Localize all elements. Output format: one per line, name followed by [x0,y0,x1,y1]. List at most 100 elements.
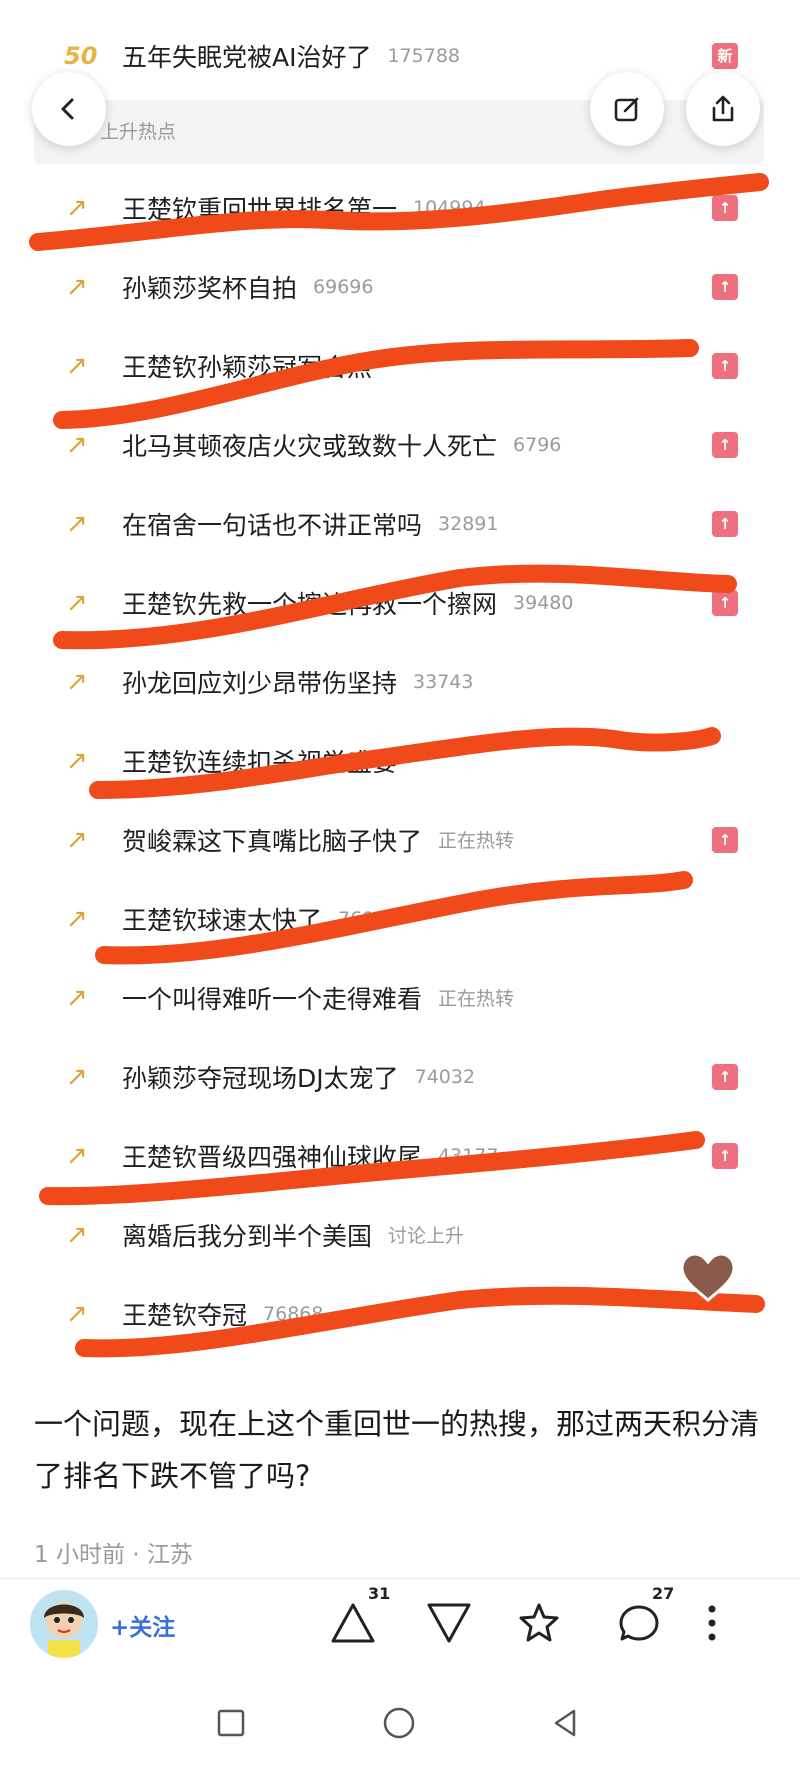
trend-arrow-icon: ↗ [66,508,88,539]
rising-badge: ↑ [712,194,738,221]
hot-item-title: 王楚钦先救一个擦边再救一个擦网 39480 [122,563,573,642]
new-badge: 新 [712,42,738,69]
rising-badge: ↑ [712,1063,738,1090]
rising-badge: ↑ [712,352,738,379]
more-button[interactable] [690,1588,734,1658]
hot-item-title-text: 离婚后我分到半个美国 [122,1221,373,1251]
share-button[interactable] [686,72,760,146]
more-icon [708,1605,716,1641]
hot-item[interactable]: ↗ 孙颖莎夺冠现场DJ太宠了 74032 ↑ [0,1037,800,1116]
hot-item[interactable]: ↗ 王楚钦夺冠 76868 [0,1274,800,1353]
hot-item-heat: 32891 [438,512,499,535]
hot-item[interactable]: ↗ 北马其顿夜店火灾或致数十人死亡 6796 ↑ [0,405,800,484]
hot-item-title-text: 孙颖莎夺冠现场DJ太宠了 [122,1063,399,1093]
hot-item[interactable]: ↗ 在宿舍一句话也不讲正常吗 32891 ↑ [0,484,800,563]
rising-badge: ↑ [712,826,738,853]
hot-item[interactable]: ↗ 贺峻霖这下真嘴比脑子快了 正在热转 ↑ [0,800,800,879]
hot-item[interactable]: ↗ 王楚钦孙颖莎冠军合照 ↑ [0,326,800,405]
hot-item-title: 王楚钦孙颖莎冠军合照 [122,326,388,405]
hot-item-heat: 76932 [338,907,399,930]
hot-item[interactable]: ↗ 一个叫得难听一个走得难看 正在热转 [0,958,800,1037]
trend-arrow-icon: ↗ [66,745,88,776]
rising-badge: ↑ [712,510,738,537]
trend-arrow-icon: ↗ [66,666,88,697]
trend-arrow-icon: ↗ [66,271,88,302]
hot-item[interactable]: ↗ 孙颖莎奖杯自拍 69696 ↑ [0,247,800,326]
hot-item-title: 王楚钦晋级四强神仙球收尾 43177 [122,1116,498,1195]
hot-item-heat: 175788 [387,44,461,67]
hot-item[interactable]: ↗ 孙龙回应刘少昂带伤坚持 33743 [0,642,800,721]
rising-badge: ↑ [712,431,738,458]
recents-button[interactable] [206,1698,256,1748]
hot-item-title: 离婚后我分到半个美国 讨论上升 [122,1195,464,1274]
hot-item[interactable]: ↗ 王楚钦晋级四强神仙球收尾 43177 ↑ [0,1116,800,1195]
hot-item-title: 贺峻霖这下真嘴比脑子快了 正在热转 [122,800,514,879]
trend-arrow-icon: ↗ [66,1219,88,1250]
upvote-button[interactable]: 31 [318,1584,390,1658]
hot-item-title: 王楚钦夺冠 76868 [122,1274,323,1353]
hot-item[interactable]: ↗ 王楚钦先救一个擦边再救一个擦网 39480 ↑ [0,563,800,642]
hot-item-title: 在宿舍一句话也不讲正常吗 32891 [122,484,498,563]
hot-item-title-text: 一个叫得难听一个走得难看 [122,984,423,1014]
triangle-nav-icon [554,1709,576,1737]
hot-item-heat: 74032 [414,1065,476,1088]
edit-button[interactable] [590,72,664,146]
square-nav-icon [217,1709,245,1737]
avatar[interactable] [30,1590,98,1658]
hot-item-title: 孙颖莎夺冠现场DJ太宠了 74032 [122,1037,475,1116]
circle-nav-icon [383,1707,415,1739]
avatar-image [30,1590,98,1658]
comment-text: 一个问题，现在上这个重回世一的热搜，那过两天积分清了排名下跌不管了吗? [34,1407,760,1493]
dislike-icon [427,1603,471,1643]
star-icon [519,1603,559,1642]
hot-item[interactable]: ↗ 王楚钦球速太快了 76932 [0,879,800,958]
hot-item-heat: 39480 [513,591,574,614]
rising-badge: ↑ [712,589,738,616]
rising-badge: ↑ [712,273,738,300]
hot-item-title: 孙颖莎奖杯自拍 69696 [122,247,373,326]
hot-item[interactable]: ↗ 王楚钦连续扣杀视觉盛宴 [0,721,800,800]
hot-item-title-text: 北马其顿夜店火灾或致数十人死亡 [122,431,498,461]
system-nav-bar [0,1680,800,1766]
hot-item-heat: 43177 [438,1144,499,1167]
home-button[interactable] [374,1698,424,1748]
comment-count: 27 [652,1584,675,1603]
hot-item-title-text: 王楚钦先救一个擦边再救一个擦网 [122,589,498,619]
hot-item-heat: 33743 [413,670,474,693]
back-nav-button[interactable] [540,1698,590,1748]
hot-item-title-text: 孙颖莎奖杯自拍 [122,273,298,303]
hot-item-title: 王楚钦连续扣杀视觉盛宴 [122,721,413,800]
favorite-button[interactable] [504,1588,574,1658]
hot-item-heat: 正在热转 [438,988,515,1010]
post-meta: 1 小时前 · 江苏 [34,1542,193,1568]
hot-item-heat: 6796 [513,433,562,456]
hot-item-title: 一个叫得难听一个走得难看 正在热转 [122,958,514,1037]
comment-icon [619,1605,659,1641]
hot-item-title-text: 王楚钦连续扣杀视觉盛宴 [122,747,398,777]
hot-item-heat: 76868 [263,1302,324,1325]
follow-button[interactable]: +关注 [110,1580,175,1670]
hot-item[interactable]: ↗ 王楚钦重回世界排名第一 104994 ↑ [0,168,800,247]
hot-item-title-text: 贺峻霖这下真嘴比脑子快了 [122,826,423,856]
hot-item-title-text: 王楚钦孙颖莎冠军合照 [122,352,373,382]
hot-item[interactable]: ↗ 离婚后我分到半个美国 讨论上升 [0,1195,800,1274]
downvote-button[interactable] [414,1588,484,1658]
action-bar: +关注 31 27 [0,1580,800,1670]
trend-arrow-icon: ↗ [66,903,88,934]
trend-arrow-icon: ↗ [66,1140,88,1171]
trend-arrow-icon: ↗ [66,350,88,381]
hot-item-title: 王楚钦球速太快了 76932 [122,879,398,958]
edit-icon [614,97,639,122]
comment-button[interactable]: 27 [604,1584,674,1658]
hot-item-50[interactable]: 50 五年失眠党被AI治好了 175788 新 [0,16,800,95]
hot-item-title-text: 孙龙回应刘少昂带伤坚持 [122,668,398,698]
trend-arrow-icon: ↗ [66,824,88,855]
hot-item-title: 王楚钦重回世界排名第一 104994 [122,168,486,247]
hot-item-title-text: 王楚钦重回世界排名第一 [122,194,398,224]
upvote-count: 31 [368,1584,391,1603]
trend-arrow-icon: ↗ [66,587,88,618]
hot-item-title: 五年失眠党被AI治好了 175788 [122,16,460,95]
hot-item-title: 孙龙回应刘少昂带伤坚持 33743 [122,642,473,721]
rising-badge: ↑ [712,1142,738,1169]
back-button[interactable] [32,72,106,146]
